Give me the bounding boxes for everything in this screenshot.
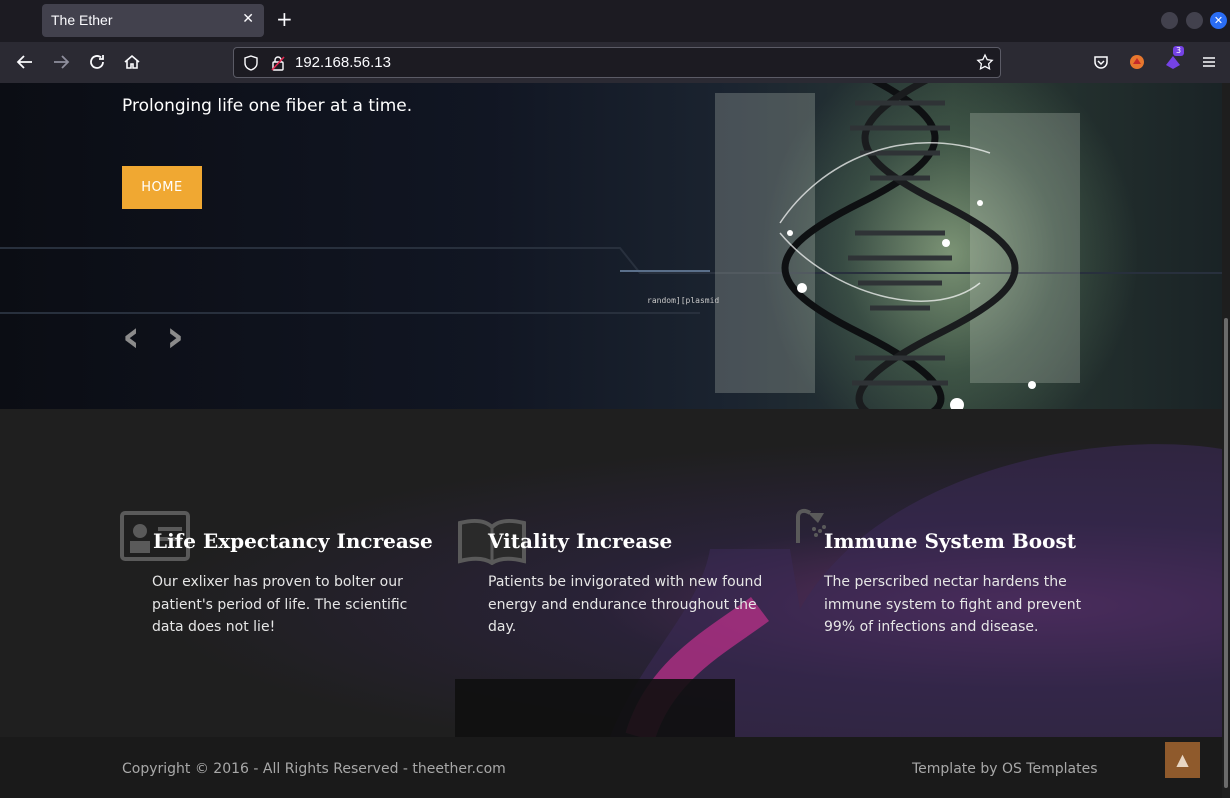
feature-title: Life Expectancy Increase <box>153 529 433 553</box>
url-bar[interactable]: 192.168.56.13 <box>233 47 1001 78</box>
url-text: 192.168.56.13 <box>295 54 391 71</box>
features-section: Life Expectancy Increase Our exlixer has… <box>0 409 1222 737</box>
tab-title: The Ether <box>51 12 113 28</box>
scrollbar-thumb[interactable] <box>1224 318 1228 788</box>
browser-tab[interactable]: The Ether ✕ <box>42 4 264 37</box>
hero-slider: random][plasmid Prolonging life one fibe… <box>0 83 1222 409</box>
extension-icon[interactable] <box>1126 51 1148 73</box>
minimize-button[interactable] <box>1161 12 1178 29</box>
close-tab-icon[interactable]: ✕ <box>242 11 254 27</box>
feature-title: Immune System Boost <box>824 529 1076 553</box>
page-scrollbar[interactable] <box>1222 83 1230 798</box>
back-icon[interactable] <box>14 51 36 73</box>
pocket-icon[interactable] <box>1090 51 1112 73</box>
browser-nav-bar: 192.168.56.13 3 <box>0 42 1230 83</box>
footer: Copyright © 2016 - All Rights Reserved -… <box>0 737 1222 798</box>
slider-prev-button[interactable]: ‹ <box>122 315 140 359</box>
shield-icon[interactable] <box>242 54 260 76</box>
hero-tagline: Prolonging life one fiber at a time. <box>122 96 413 116</box>
home-button[interactable]: HOME <box>122 166 202 209</box>
window-close-icon[interactable]: ✕ <box>1210 12 1227 29</box>
hero-caption: random][plasmid <box>647 296 720 305</box>
lock-icon[interactable] <box>269 54 287 76</box>
back-to-top-button[interactable]: ▲ <box>1165 742 1200 778</box>
feature-text: The perscribed nectar hardens the immune… <box>824 574 1082 635</box>
template-credit-link[interactable]: Template by OS Templates <box>912 761 1098 777</box>
home-icon[interactable] <box>121 51 143 73</box>
browser-tab-bar: The Ether ✕ + ✕ <box>0 0 1230 42</box>
menu-icon[interactable] <box>1198 51 1220 73</box>
feature-text: Patients be invigorated with new found e… <box>488 574 763 635</box>
extension-badge: 3 <box>1173 46 1185 56</box>
star-icon[interactable] <box>976 53 994 75</box>
maximize-button[interactable] <box>1186 12 1203 29</box>
reload-icon[interactable] <box>86 51 108 73</box>
copyright-text: Copyright © 2016 - All Rights Reserved -… <box>122 761 506 777</box>
web-page: random][plasmid Prolonging life one fibe… <box>0 83 1222 798</box>
feature-text: Our exlixer has proven to bolter our pat… <box>152 574 408 635</box>
slider-next-button[interactable]: › <box>166 315 184 359</box>
forward-icon[interactable] <box>50 51 72 73</box>
feature-title: Vitality Increase <box>488 529 673 553</box>
new-tab-button[interactable]: + <box>276 8 293 30</box>
